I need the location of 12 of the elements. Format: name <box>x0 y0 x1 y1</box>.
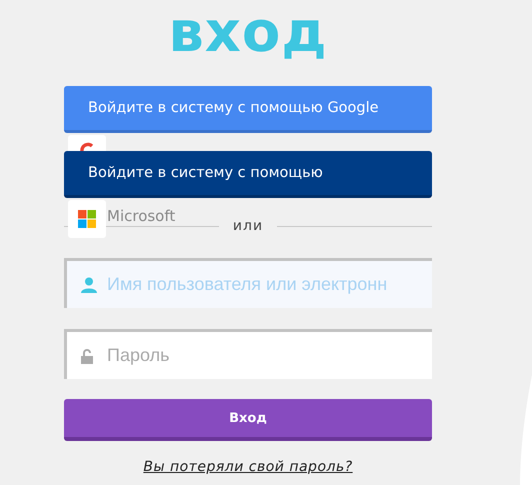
windows-logo-icon <box>78 210 96 228</box>
user-icon <box>81 276 97 292</box>
google-icon <box>80 141 94 151</box>
lock-icon <box>81 348 93 364</box>
provider-label: Microsoft <box>107 207 176 225</box>
forgot-password-link[interactable]: Вы потеряли свой пароль? <box>143 459 353 475</box>
login-button[interactable]: Вход <box>64 399 432 441</box>
password-field[interactable]: Пароль <box>64 329 432 379</box>
page-title: вход <box>168 0 328 67</box>
sign-in-button[interactable]: Войдите в систему с помощью <box>64 151 432 198</box>
username-field[interactable]: Имя пользователя или электронн <box>64 258 432 308</box>
divider-label: или <box>232 218 264 234</box>
